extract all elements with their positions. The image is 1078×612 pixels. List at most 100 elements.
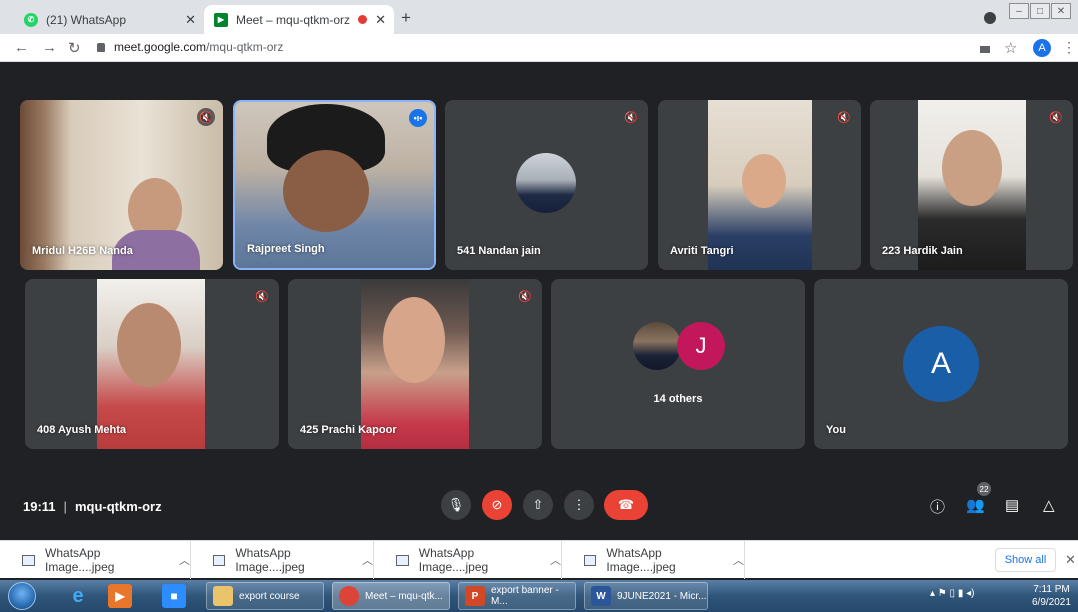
participant-name: Rajpreet Singh [247,243,325,255]
separator: | [63,499,67,514]
mic-off-icon: 🔇 [516,287,534,305]
meeting-time: 19:11 [23,499,56,514]
image-file-icon [213,554,226,566]
mic-off-icon: 🔇 [835,108,853,126]
windows-taskbar: e ▶ ■ export course Meet – mqu-qtk... P … [0,580,1078,612]
start-button[interactable] [8,582,36,610]
camera-off-button[interactable]: ⊘ [482,490,512,520]
chevron-up-icon[interactable]: ︿ [550,552,561,568]
participant-name: Mridul H26B Nanda [32,245,133,257]
participant-tile-active-speaker[interactable]: •ı• Rajpreet Singh [233,100,436,270]
show-all-downloads-button[interactable]: Show all [995,548,1056,572]
chrome-profile-icon[interactable] [984,12,996,24]
chat-icon[interactable]: ▤ [1005,496,1019,514]
speaking-indicator-icon: •ı• [409,109,427,127]
participant-tile[interactable]: 🔇 541 Nandan jain [445,100,648,270]
meet-icon: ▶ [214,12,228,27]
close-tab-icon[interactable]: ✕ [375,12,386,28]
profile-avatar[interactable]: A [1033,39,1051,57]
downloads-bar: WhatsApp Image....jpeg ︿ WhatsApp Image.… [0,540,1078,579]
download-item[interactable]: WhatsApp Image....jpeg ︿ [562,541,745,579]
people-count-badge: 22 [977,482,991,496]
url-host: meet.google.com [114,40,207,54]
system-clock[interactable]: 7:11 PM 6/9/2021 [1032,583,1071,609]
meeting-code: mqu-qtkm-orz [74,499,162,514]
face [942,130,1002,206]
people-icon[interactable]: 👥 [966,496,985,514]
taskbar-task[interactable]: export course [206,582,324,610]
chevron-up-icon[interactable]: ︿ [733,552,744,568]
microphone-button[interactable]: 🎙 [441,490,471,520]
participant-avatar [633,322,681,370]
others-count: 14 others [653,393,703,405]
leave-call-button[interactable]: ☎ [604,490,648,520]
taskbar-task[interactable]: Meet – mqu-qtk... [332,582,450,610]
clock-time: 7:11 PM [1033,584,1070,595]
participant-tile[interactable]: 🔇 Avriti Tangri [658,100,861,270]
taskbar-task[interactable]: W 9JUNE2021 - Micr... [584,582,708,610]
bookmark-star-icon[interactable]: ☆ [1004,39,1017,57]
zoom-icon[interactable]: ■ [162,584,186,608]
mic-off-icon: 🔇 [253,287,271,305]
reload-icon[interactable]: ↻ [68,39,81,57]
task-label: Meet – mqu-qtk... [365,590,443,602]
participant-name: Avriti Tangri [670,245,734,257]
system-tray-icons[interactable]: ▴ ⚑ ▯ ▮ ◂) [930,588,974,599]
mic-off-icon: 🔇 [197,108,215,126]
face [742,154,786,208]
others-tile[interactable]: J 14 others [551,279,805,449]
download-filename: WhatsApp Image....jpeg [45,546,115,574]
download-item[interactable]: WhatsApp Image....jpeg ︿ [0,541,191,579]
more-options-button[interactable]: ⋮ [564,490,594,520]
maximize-window-button[interactable]: □ [1030,3,1050,19]
task-label: export course [239,590,300,602]
close-window-button[interactable]: ✕ [1051,3,1071,19]
taskbar-task[interactable]: P export banner - M... [458,582,576,610]
download-item[interactable]: WhatsApp Image....jpeg ︿ [191,541,374,579]
download-item[interactable]: WhatsApp Image....jpeg ︿ [374,541,562,579]
participant-tile[interactable]: 🔇 223 Hardik Jain [870,100,1073,270]
download-filename: WhatsApp Image....jpeg [418,546,489,574]
face [383,297,445,383]
close-downloads-icon[interactable]: ✕ [1065,552,1076,568]
browser-menu-icon[interactable]: ⋮ [1062,39,1076,56]
participant-name: 425 Prachi Kapoor [300,424,397,436]
lock-icon [97,42,105,52]
task-label: export banner - M... [491,585,559,607]
tab-whatsapp[interactable]: ✆ (21) WhatsApp ✕ [14,5,204,34]
face [283,150,369,232]
clock-date: 6/9/2021 [1032,597,1071,608]
meeting-details-icon[interactable]: ⓘ [930,496,945,517]
address-bar: ← → ↻ meet.google.com/mqu-qtkm-orz ☆ A ⋮ [0,34,1078,62]
task-label: 9JUNE2021 - Micr... [617,590,707,602]
back-arrow-icon[interactable]: ← [14,39,29,56]
self-name: You [826,424,846,436]
url-field[interactable]: meet.google.com/mqu-qtkm-orz [97,40,283,54]
media-player-icon[interactable]: ▶ [108,584,132,608]
minimize-window-button[interactable]: – [1009,3,1029,19]
camera-in-use-icon[interactable] [980,46,990,53]
meeting-controls-bar: 19:11 | mqu-qtkm-orz 🎙 ⊘ ⇧ ⋮ ☎ ⓘ 👥 22 ▤ … [0,478,1078,536]
face [117,303,181,387]
tab-meet[interactable]: ▶ Meet – mqu-qtkm-orz ✕ [204,5,394,34]
participant-tile[interactable]: 🔇 425 Prachi Kapoor [288,279,542,449]
whatsapp-icon: ✆ [24,12,38,27]
present-screen-button[interactable]: ⇧ [523,490,553,520]
self-tile[interactable]: A You [814,279,1068,449]
internet-explorer-icon[interactable]: e [66,584,90,608]
chevron-up-icon[interactable]: ︿ [179,552,190,568]
word-icon: W [591,586,611,606]
close-tab-icon[interactable]: ✕ [185,12,196,28]
forward-arrow-icon[interactable]: → [42,39,57,56]
participant-tile[interactable]: 🔇 Mridul H26B Nanda [20,100,223,270]
new-tab-button[interactable]: + [401,8,411,28]
participant-initial-avatar: J [677,322,725,370]
activities-icon[interactable]: △ [1043,496,1055,514]
chevron-up-icon[interactable]: ︿ [362,552,373,568]
folder-icon [213,586,233,606]
recording-indicator-icon [358,15,367,24]
tab-title: (21) WhatsApp [46,12,127,27]
participant-tile[interactable]: 🔇 408 Ayush Mehta [25,279,279,449]
participant-avatar [516,153,576,213]
image-file-icon [396,554,409,566]
